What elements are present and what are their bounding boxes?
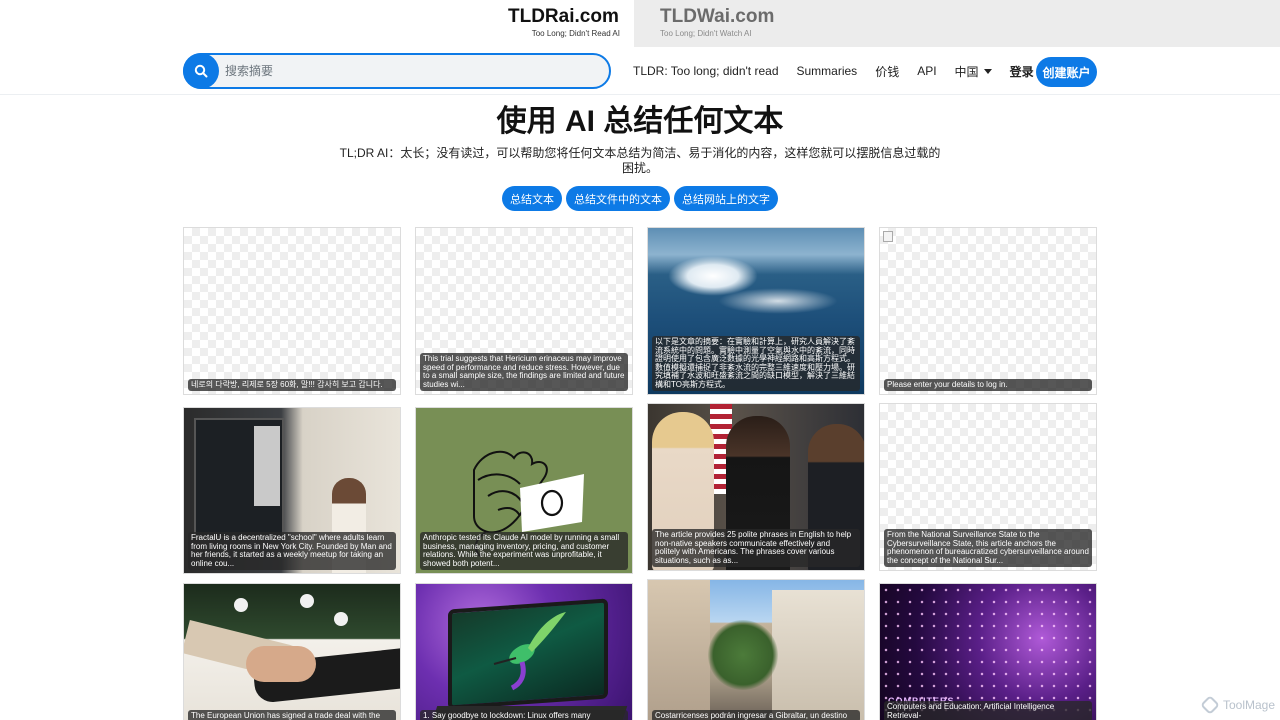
summary-type-buttons: 总结文本 总结文件中的文本 总结网站上的文字	[0, 186, 1280, 211]
caret-down-icon	[983, 68, 992, 74]
watermark: ToolMage	[1200, 695, 1276, 715]
language-label: 中国	[954, 64, 979, 79]
card-caption: This trial suggests that Hericium erinac…	[420, 353, 628, 391]
summary-card[interactable]: 네로의 다락방, 리제로 5장 60화, 말!!! 감사히 보고 갑니다.	[183, 227, 401, 395]
summary-card[interactable]: Anthropic tested its Claude AI model by …	[415, 407, 633, 574]
nav-links: TLDR: Too long; didn't read Summaries 价钱…	[633, 53, 1046, 89]
building-image	[648, 580, 710, 720]
tree-image	[708, 620, 778, 690]
toolmage-logo-icon	[1200, 695, 1220, 715]
flower-image	[334, 612, 348, 626]
summary-card[interactable]: COMPUTERS Computers and Education: Artif…	[879, 583, 1097, 720]
watermark-text: ToolMage	[1223, 698, 1276, 712]
handshake-image	[246, 646, 316, 682]
flower-image	[300, 594, 314, 608]
brand-tab-tldrai[interactable]: TLDRai.com Too Long; Didn't Read AI	[494, 0, 634, 47]
hummingbird-illustration	[493, 612, 566, 691]
nav-link-summaries[interactable]: Summaries	[797, 64, 858, 78]
card-caption: The article provides 25 polite phrases i…	[652, 529, 860, 567]
nav-bar: TLDR: Too long; didn't read Summaries 价钱…	[0, 47, 1280, 95]
brand-title: TLDRai.com	[508, 6, 619, 27]
summary-card[interactable]: Costarricenses podrán ingresar a Gibralt…	[647, 579, 865, 720]
nav-link-api[interactable]: API	[917, 64, 936, 78]
card-caption: 以下是文章的摘要：在實驗和計算上，研究人員解決了紊流系統中的問題。實驗中測量了空…	[652, 336, 860, 391]
broken-image-icon	[883, 231, 893, 242]
search-icon	[194, 64, 208, 78]
language-dropdown[interactable]: 中国	[955, 63, 992, 80]
summary-card[interactable]: From the National Surveillance State to …	[879, 403, 1097, 571]
card-caption: Anthropic tested its Claude AI model by …	[420, 532, 628, 570]
flower-image	[234, 598, 248, 612]
nav-link-tldr[interactable]: TLDR: Too long; didn't read	[633, 64, 779, 78]
search-input[interactable]	[225, 60, 595, 82]
card-caption: Costarricenses podrán ingresar a Gibralt…	[652, 709, 860, 720]
summary-card[interactable]: This trial suggests that Hericium erinac…	[415, 227, 633, 395]
wave-image	[718, 288, 838, 314]
brand-title: TLDWai.com	[660, 6, 775, 27]
card-caption: 네로의 다락방, 리제로 5장 60화, 말!!! 감사히 보고 갑니다.	[188, 378, 396, 391]
page-title: 使用 AI 总结任何文本	[496, 105, 784, 138]
summary-card[interactable]: FractalU is a decentralized "school" whe…	[183, 407, 401, 574]
summarize-website-button[interactable]: 总结网站上的文字	[674, 186, 778, 211]
card-caption: From the National Surveillance State to …	[884, 529, 1092, 567]
card-caption: The European Union has signed a trade de…	[188, 709, 396, 720]
brand-subtitle: Too Long; Didn't Watch AI	[660, 29, 752, 38]
summarize-text-button[interactable]: 总结文本	[502, 186, 562, 211]
login-link[interactable]: 登录	[1010, 63, 1034, 80]
card-caption: Please enter your details to log in.	[884, 378, 1092, 391]
search-box	[183, 53, 611, 89]
building-image	[772, 590, 864, 720]
card-caption: 1. Say goodbye to lockdown: Linux offers…	[420, 709, 628, 720]
page-description: TL;DR AI：太长；没有读过，可以帮助您将任何文本总结为简洁、易于消化的内容…	[339, 146, 941, 175]
card-caption: FractalU is a decentralized "school" whe…	[188, 532, 396, 570]
summary-card[interactable]: 1. Say goodbye to lockdown: Linux offers…	[415, 583, 633, 720]
brand-bar: TLDRai.com Too Long; Didn't Read AI TLDW…	[0, 0, 1280, 47]
summary-card[interactable]: The article provides 25 polite phrases i…	[647, 403, 865, 571]
summary-card[interactable]: 以下是文章的摘要：在實驗和計算上，研究人員解決了紊流系統中的問題。實驗中測量了空…	[647, 227, 865, 395]
presentation-slide-image	[254, 426, 280, 506]
summary-card[interactable]: The European Union has signed a trade de…	[183, 583, 401, 720]
summarize-file-button[interactable]: 总结文件中的文本	[566, 186, 670, 211]
signup-button[interactable]: 创建账户	[1036, 57, 1097, 87]
summary-card[interactable]: Please enter your details to log in.	[879, 227, 1097, 395]
brand-tab-tldwai[interactable]: TLDWai.com Too Long; Didn't Watch AI	[634, 0, 1280, 47]
search-button[interactable]	[183, 53, 219, 89]
brand-subtitle: Too Long; Didn't Read AI	[531, 29, 620, 38]
nav-link-pricing[interactable]: 价钱	[875, 63, 899, 80]
card-caption: Computers and Education: Artificial Inte…	[884, 701, 1092, 720]
